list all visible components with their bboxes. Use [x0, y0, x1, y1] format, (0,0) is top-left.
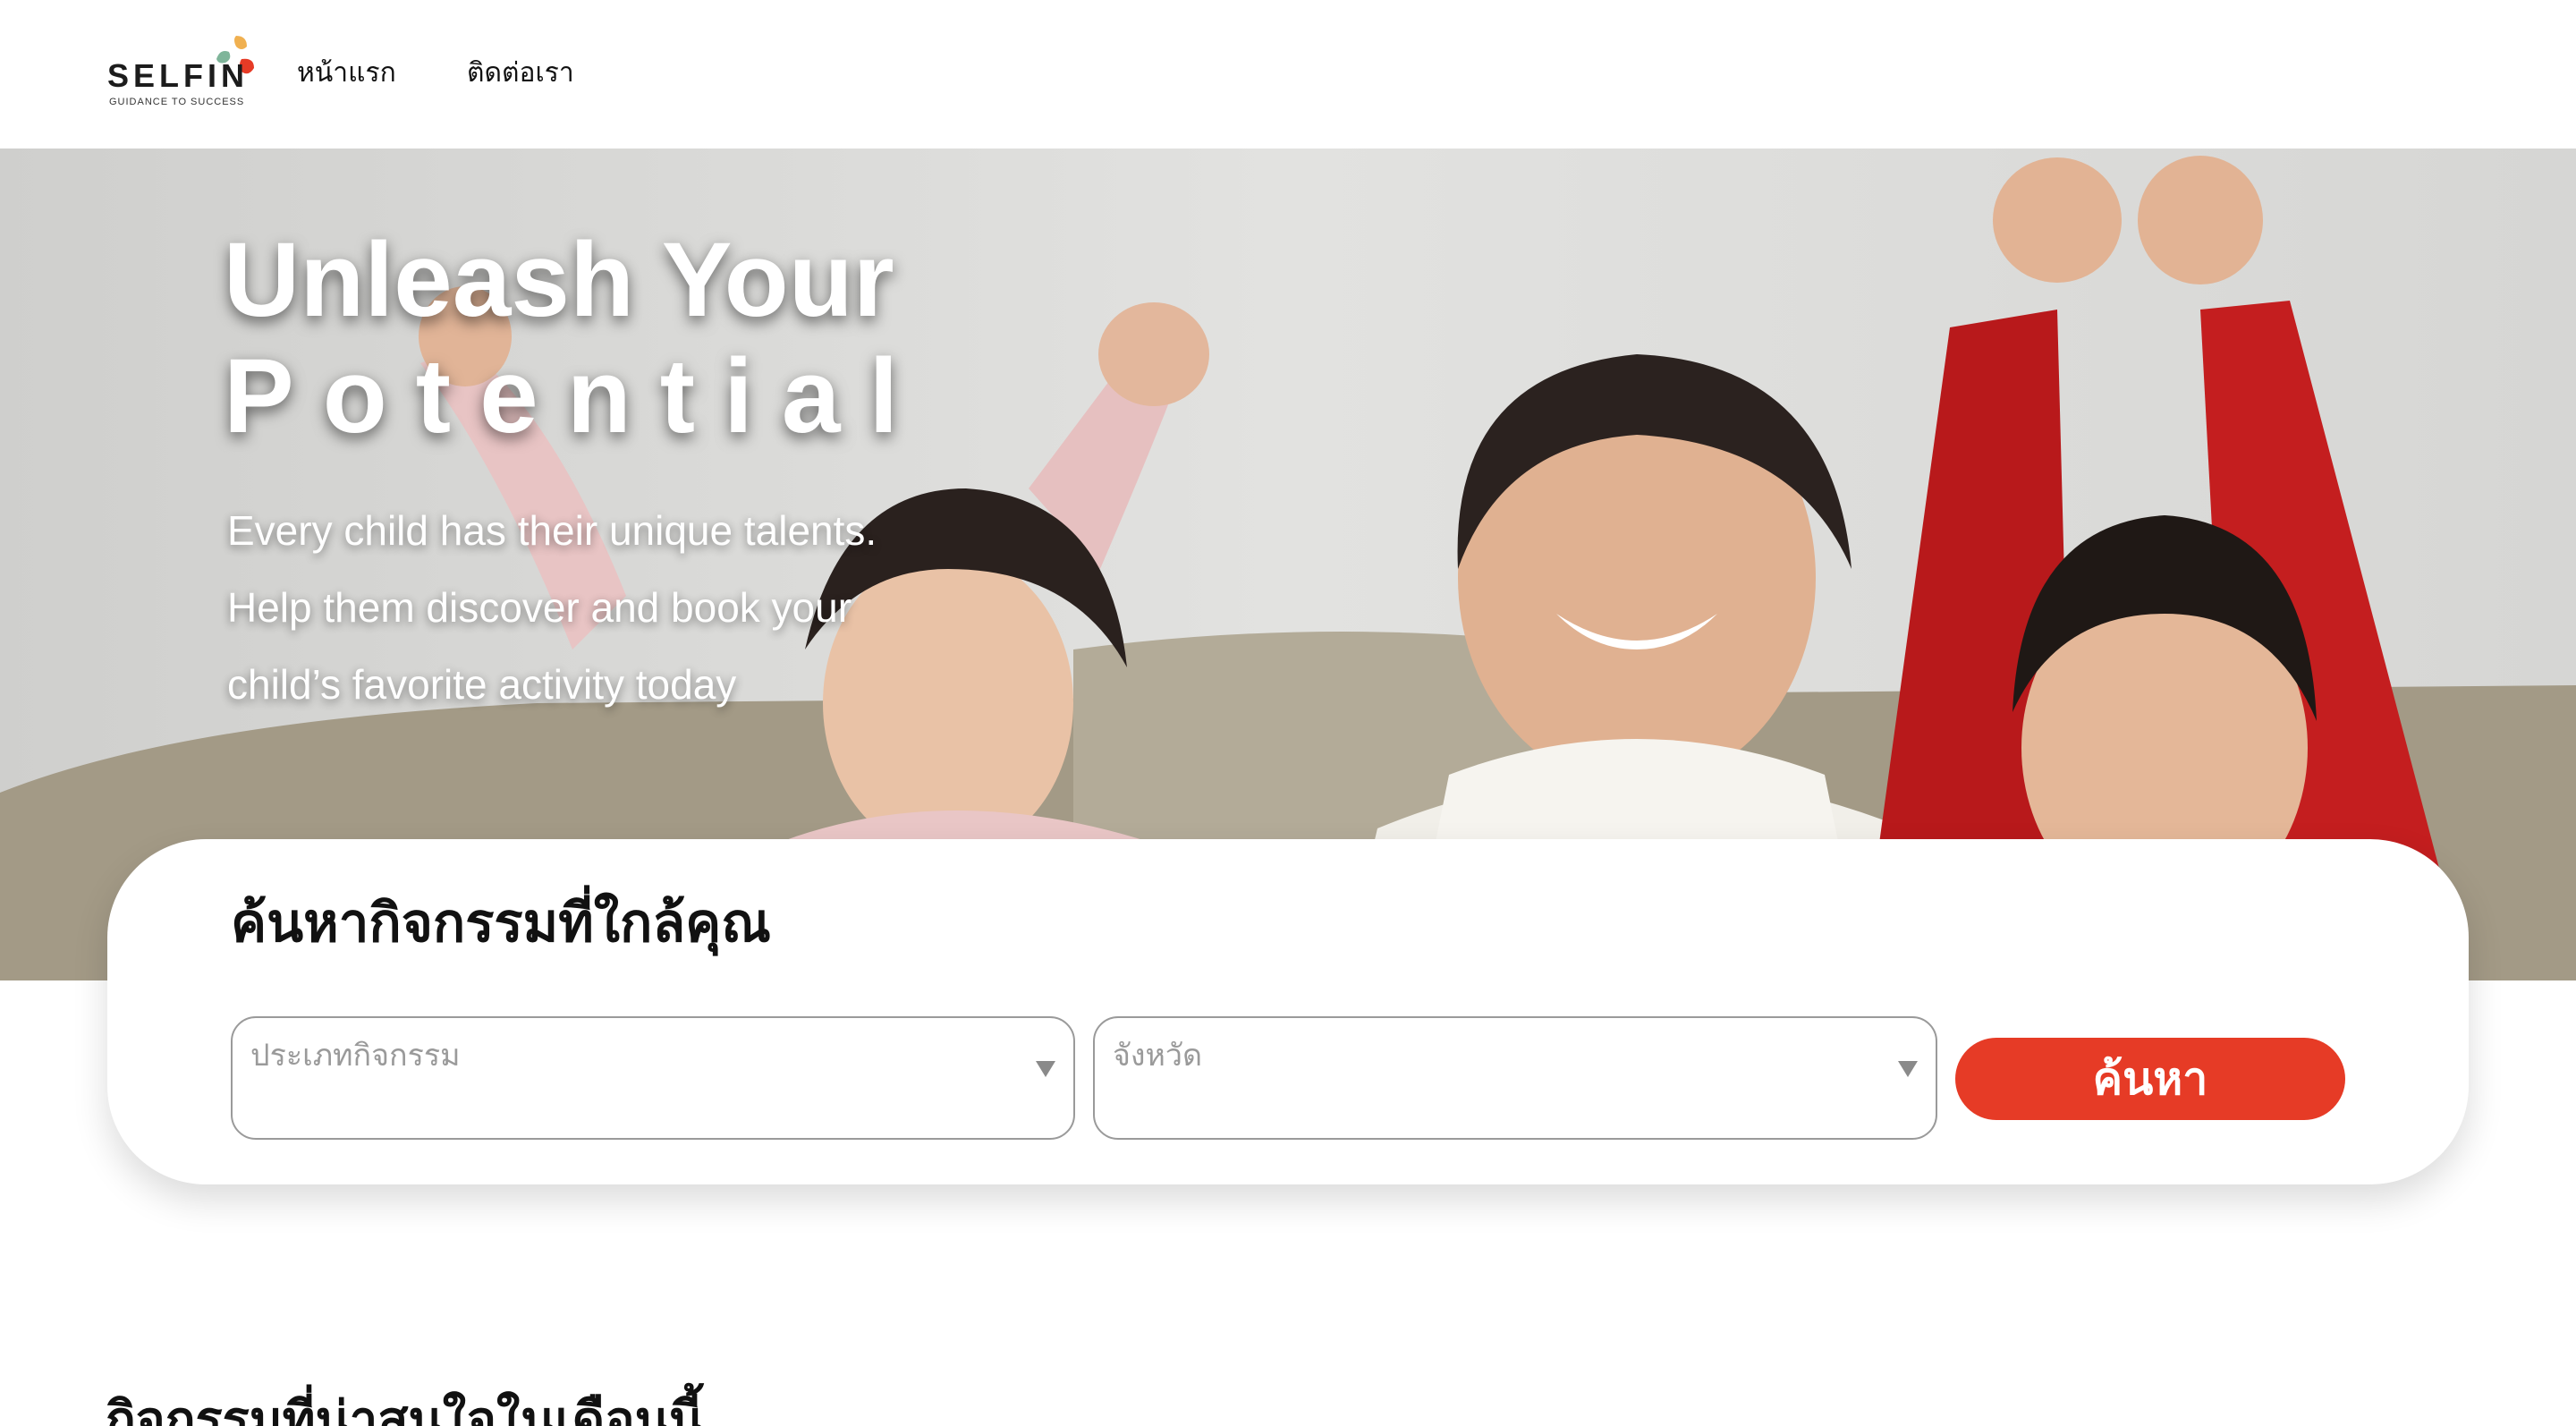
hero-title-line2: Potential — [224, 337, 928, 455]
search-button[interactable]: ค้นหา — [1955, 1038, 2345, 1120]
page: SELFIN GUIDANCE TO SUCCESS หน้าแรก ติดต่… — [0, 0, 2576, 1426]
monthly-activities-heading: กิจกรรมที่น่าสนใจในเดือนนี้ — [106, 1391, 704, 1426]
activity-type-select[interactable]: ประเภทกิจกรรม — [231, 1016, 1075, 1140]
activity-type-placeholder: ประเภทกิจกรรม — [250, 1038, 461, 1074]
top-header: SELFIN GUIDANCE TO SUCCESS หน้าแรก ติดต่… — [0, 0, 2576, 149]
logo-wordmark: SELFIN — [107, 57, 250, 94]
search-title: ค้นหากิจกรรมที่ใกล้คุณ — [231, 892, 771, 955]
selfin-logo[interactable]: SELFIN GUIDANCE TO SUCCESS — [106, 32, 263, 115]
hero-subtitle-line: child’s favorite activity today — [227, 661, 737, 708]
nav-home-link[interactable]: หน้าแรก — [297, 52, 396, 94]
nav-contact-link[interactable]: ติดต่อเรา — [467, 52, 574, 94]
logo-tagline: GUIDANCE TO SUCCESS — [109, 97, 245, 107]
hero-subtitle: Every child has their unique talents. He… — [227, 492, 1032, 723]
activity-search-card: ค้นหากิจกรรมที่ใกล้คุณ ประเภทกิจกรรม จัง… — [107, 839, 2469, 1184]
hero-title: Unleash Your Potential — [224, 222, 927, 454]
hero-subtitle-line: Every child has their unique talents. — [227, 507, 877, 554]
hero-subtitle-line: Help them discover and book your — [227, 584, 852, 631]
chevron-down-icon — [1898, 1061, 1918, 1077]
hero-title-line1: Unleash Your — [224, 221, 894, 339]
province-select[interactable]: จังหวัด — [1093, 1016, 1937, 1140]
chevron-down-icon — [1036, 1061, 1055, 1077]
province-placeholder: จังหวัด — [1113, 1038, 1203, 1074]
